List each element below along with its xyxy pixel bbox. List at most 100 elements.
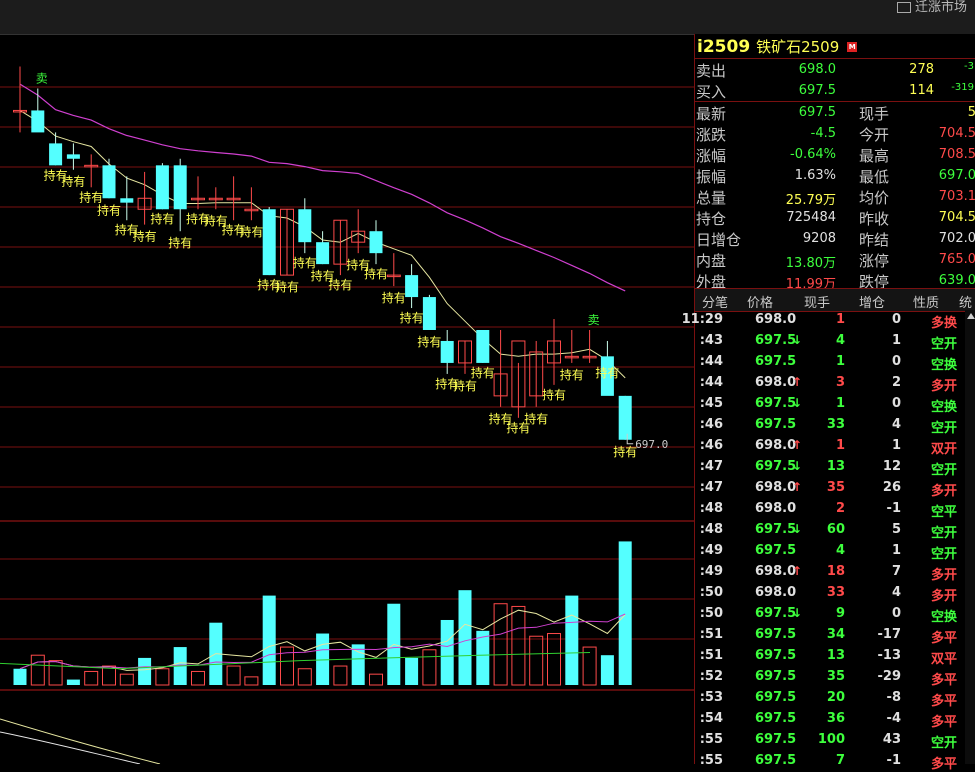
tick-row[interactable]: :45 697.5 ↓ 1 0 空换: [695, 394, 965, 415]
ask-price: 698.0: [798, 62, 836, 77]
stat-label: 涨跌: [696, 126, 727, 144]
volume-bar: [119, 673, 134, 686]
stat-label: 日增仓: [696, 231, 742, 249]
tick-nature: 双平: [931, 652, 958, 667]
hold-signal-label: 持有: [382, 290, 406, 305]
candle-body: [102, 165, 116, 199]
volume-bar: [138, 657, 152, 685]
stat-label: 昨收: [859, 210, 890, 228]
header-ticks[interactable]: 分笔: [702, 292, 728, 311]
tick-oi-change: -17: [877, 627, 902, 642]
tick-direction-icon: ↓: [792, 606, 803, 620]
tick-lots: 35: [826, 669, 845, 684]
volume-bar: [511, 605, 526, 686]
hold-signal-label: 持有: [61, 174, 85, 189]
tick-oi-change: 0: [891, 606, 901, 621]
tick-time: :43: [699, 333, 723, 348]
tick-row[interactable]: :46 698.0 ↑ 1 1 双开: [695, 436, 965, 457]
header-nature[interactable]: 性质: [913, 292, 939, 311]
tick-row[interactable]: :50 697.5 ↓ 9 0 空换: [695, 604, 965, 625]
tick-row[interactable]: :48 698.0 2 -1 空平: [695, 499, 965, 520]
tick-scrollbar[interactable]: [965, 310, 975, 764]
hold-signal-label: 持有: [239, 224, 263, 239]
tick-row[interactable]: 11:29 698.0 1 0 多换: [682, 310, 965, 331]
bid-row[interactable]: 买入 697.5 114 -319: [695, 80, 975, 101]
tick-nature: 多换: [931, 316, 958, 331]
tick-price: 697.5: [755, 648, 797, 663]
tick-price: 697.5: [755, 417, 797, 432]
tick-time: :54: [699, 711, 723, 726]
tick-row[interactable]: :47 698.0 ↑ 35 26 多开: [695, 478, 965, 499]
tick-oi-change: 4: [891, 417, 901, 432]
stat-row: 涨幅 -0.64% 最高 708.5: [695, 144, 975, 165]
tick-lots: 60: [826, 522, 845, 537]
tick-row[interactable]: :48 697.5 ↓ 60 5 空开: [695, 520, 965, 541]
hold-signal-label: 持有: [613, 444, 637, 459]
toolbar-button[interactable]: 迁涨市场: [896, 0, 967, 15]
header-lots[interactable]: 现手: [804, 292, 830, 311]
stat-value: 697.5: [798, 105, 836, 120]
tick-oi-change: 43: [882, 732, 901, 747]
volume-bar: [297, 668, 312, 686]
candle-body: [31, 110, 45, 133]
tick-row[interactable]: :51 697.5 34 -17 多平: [695, 625, 965, 646]
kline-chart[interactable]: 卖卖持有持有持有持有持有持有持有持有持有持有持有持有持有持有持有持有持有持有持有…: [0, 34, 694, 764]
ask-row[interactable]: 卖出 698.0 278 -3: [695, 59, 975, 80]
tick-row[interactable]: :52 697.5 35 -29 多平: [695, 667, 965, 688]
sell-signal-label: 卖: [36, 71, 48, 85]
tick-row[interactable]: :46 697.5 33 4 空开: [695, 415, 965, 436]
stat-label: 涨幅: [696, 147, 727, 165]
stat-label: 振幅: [696, 168, 727, 186]
tick-row[interactable]: :53 697.5 20 -8 多平: [695, 688, 965, 709]
candle-body: [298, 209, 312, 243]
indicator-line: [0, 731, 141, 764]
tick-row[interactable]: :51 697.5 13 -13 双平: [695, 646, 965, 667]
tick-row[interactable]: :44 698.0 ↑ 3 2 多开: [695, 373, 965, 394]
stat-value: -4.5: [810, 126, 836, 141]
scroll-up-icon[interactable]: [967, 313, 975, 319]
stat-label: 最低: [859, 168, 890, 186]
stat-label: 内盘: [696, 252, 727, 270]
tick-direction-icon: ↑: [792, 438, 803, 452]
tick-lots: 34: [826, 627, 845, 642]
tick-row[interactable]: :49 698.0 ↑ 18 7 多开: [695, 562, 965, 583]
volume-bar: [66, 679, 80, 685]
volume-bar: [458, 590, 472, 685]
tick-lots: 3: [835, 375, 845, 390]
stat-label: 今开: [859, 126, 890, 144]
tick-direction-icon: ↓: [792, 333, 803, 347]
hold-signal-label: 持有: [524, 411, 548, 426]
header-price[interactable]: 价格: [747, 292, 773, 311]
candle-body: [369, 231, 383, 254]
header-stats[interactable]: 统: [959, 292, 972, 311]
volume-bar: [226, 665, 241, 686]
tick-nature: 空换: [931, 400, 958, 415]
volume-bar: [600, 655, 614, 685]
header-oi-change[interactable]: 增仓: [859, 292, 885, 311]
tick-row[interactable]: :50 698.0 33 4 多开: [695, 583, 965, 604]
stat-value: 702.0: [938, 231, 975, 246]
volume-bar: [476, 630, 490, 685]
candle-body: [262, 209, 276, 276]
stat-value: 5: [967, 105, 975, 120]
tick-row[interactable]: :44 697.5 1 0 空换: [695, 352, 965, 373]
tick-row[interactable]: :55 697.5 7 -1 多平: [695, 751, 965, 772]
stat-value: -0.64%: [790, 147, 836, 162]
tick-row[interactable]: :54 697.5 36 -4 多平: [695, 709, 965, 730]
tick-row[interactable]: :43 697.5 ↓ 4 1 空开: [695, 331, 965, 352]
tick-row[interactable]: :49 697.5 4 1 空开: [695, 541, 965, 562]
tick-row[interactable]: :47 697.5 ↓ 13 12 空开: [695, 457, 965, 478]
stat-value: 708.5: [938, 147, 975, 162]
bid-volume: 114: [909, 83, 934, 98]
hold-signal-label: 持有: [364, 266, 388, 281]
tick-lots: 20: [826, 690, 845, 705]
tick-oi-change: 0: [891, 354, 901, 369]
stat-value: 25.79万: [785, 193, 836, 208]
candle-body: [66, 154, 80, 159]
volume-oi-line: [0, 651, 591, 670]
hold-signal-label: 持有: [328, 277, 352, 292]
tick-row[interactable]: :55 697.5 100 43 空开: [695, 730, 965, 751]
tick-time: :46: [699, 417, 723, 432]
hold-signal-label: 持有: [293, 255, 317, 270]
tick-oi-change: -8: [886, 690, 901, 705]
